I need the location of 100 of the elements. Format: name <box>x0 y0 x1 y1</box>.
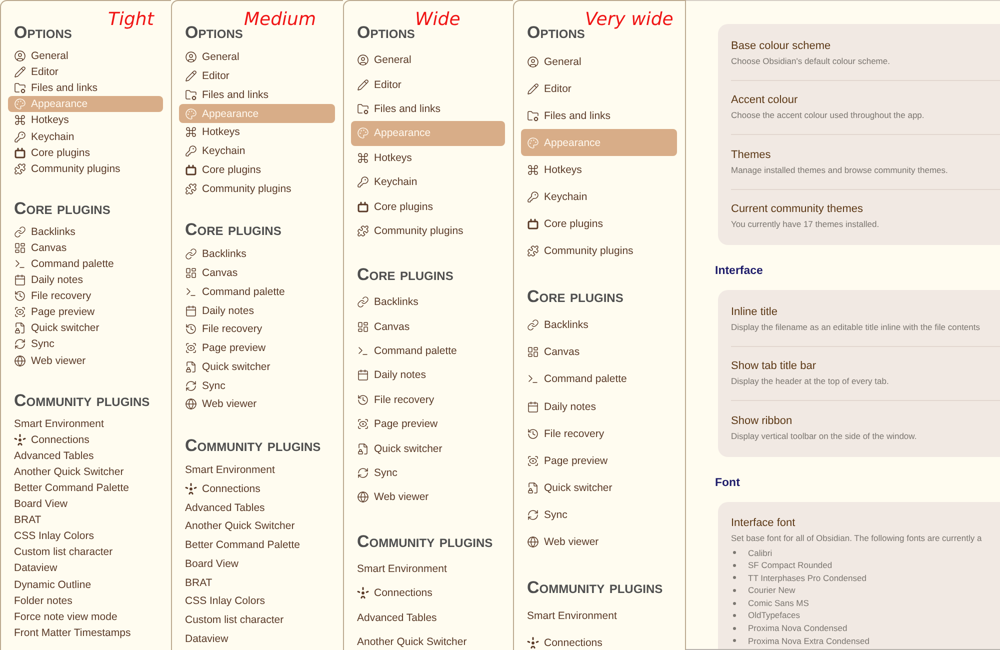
nav-item[interactable]: Community plugins <box>8 160 163 177</box>
nav-item[interactable]: Community plugins <box>351 218 505 244</box>
nav-item[interactable]: Connections <box>521 630 677 650</box>
nav-item[interactable]: Core plugins <box>8 144 163 161</box>
nav-item[interactable]: Backlinks <box>179 245 335 264</box>
nav-item[interactable]: Dataview <box>179 630 335 648</box>
nav-item[interactable]: Command palette <box>351 338 505 364</box>
nav-item[interactable]: Front Matter Timestamps <box>8 624 163 641</box>
nav-item[interactable]: Advanced Tables <box>351 605 505 630</box>
nav-item[interactable]: Custom list character <box>8 544 163 560</box>
nav-item[interactable]: Hotkeys <box>351 146 505 170</box>
nav-item[interactable]: Smart Environment <box>521 602 677 630</box>
nav-item[interactable]: Files and links <box>521 102 677 130</box>
nav-item[interactable]: Page preview <box>8 304 163 320</box>
nav-item[interactable]: Command palette <box>179 282 335 302</box>
nav-item[interactable]: Canvas <box>351 314 505 339</box>
nav-item[interactable]: File recovery <box>521 420 677 448</box>
nav-item[interactable]: CSS Inlay Colors <box>179 592 335 611</box>
nav-item[interactable]: Another Quick Switcher <box>8 464 163 480</box>
section-heading: Options <box>13 23 72 43</box>
nav-item[interactable]: Quick switcher <box>179 358 335 376</box>
palette-icon <box>14 98 26 110</box>
nav-item[interactable]: Files and links <box>8 80 163 96</box>
nav-item[interactable]: BRAT <box>179 573 335 592</box>
nav-item[interactable]: Daily notes <box>8 272 163 288</box>
nav-item[interactable]: Command palette <box>8 256 163 272</box>
nav-item[interactable]: Daily notes <box>521 393 677 420</box>
nav-item[interactable]: Advanced Tables <box>8 448 163 464</box>
nav-item[interactable]: Editor <box>351 72 505 97</box>
nav-item[interactable]: Dataview <box>8 560 163 577</box>
nav-item[interactable]: Keychain <box>521 183 677 211</box>
nav-item[interactable]: Canvas <box>8 240 163 256</box>
nav-item[interactable]: Page preview <box>521 447 677 474</box>
nav-item[interactable]: Quick switcher <box>8 320 163 336</box>
nav-item[interactable]: Backlinks <box>351 290 505 315</box>
nav-item[interactable]: Community plugins <box>521 238 677 265</box>
nav-item[interactable]: Board View <box>179 554 335 574</box>
nav-item[interactable]: Smart Environment <box>351 556 505 582</box>
nav-item[interactable]: Community plugins <box>179 179 335 198</box>
nav-item[interactable]: Smart Environment <box>8 416 163 432</box>
nav-item[interactable]: Another Quick Switcher <box>179 517 335 536</box>
nav-item[interactable]: Sync <box>521 501 677 528</box>
nav-item[interactable]: Core plugins <box>351 194 505 219</box>
nav-item[interactable]: Page preview <box>179 338 335 358</box>
nav-item[interactable]: Web viewer <box>521 528 677 556</box>
nav-item[interactable]: Folder notes <box>8 592 163 609</box>
nav-item[interactable]: Files and links <box>351 96 505 122</box>
nav-item[interactable]: Command palette <box>521 366 677 394</box>
nav-item[interactable]: Custom list character <box>179 610 335 630</box>
nav-item[interactable]: Advanced Tables <box>179 498 335 517</box>
nav-item[interactable]: Hotkeys <box>521 156 677 184</box>
nav-item[interactable]: Another Quick Switcher <box>351 630 505 650</box>
nav-item[interactable]: Smart Environment <box>179 460 335 480</box>
nav-item[interactable]: Core plugins <box>521 210 677 238</box>
nav-item[interactable]: Better Command Palette <box>8 480 163 496</box>
nav-item[interactable]: Hotkeys <box>8 112 163 128</box>
nav-item[interactable]: Backlinks <box>8 224 163 240</box>
nav-item[interactable]: CSS Inlay Colors <box>8 528 163 544</box>
user-circle-icon <box>357 54 369 66</box>
nav-item[interactable]: Connections <box>179 480 335 498</box>
nav-item[interactable]: Page preview <box>351 412 505 436</box>
nav-item[interactable]: Quick switcher <box>521 474 677 502</box>
nav-item[interactable]: Board View <box>8 496 163 512</box>
nav-item[interactable]: File recovery <box>351 388 505 412</box>
nav-item[interactable]: Keychain <box>179 142 335 160</box>
nav-item[interactable]: General <box>179 48 335 67</box>
nav-item[interactable]: Connections <box>351 581 505 606</box>
nav-item[interactable]: Sync <box>8 336 163 352</box>
nav-item[interactable]: Force note view mode <box>8 608 163 625</box>
nav-item[interactable]: Daily notes <box>351 363 505 388</box>
nav-item[interactable]: Editor <box>521 75 677 102</box>
nav-item[interactable]: Canvas <box>179 264 335 282</box>
nav-item[interactable]: General <box>521 48 677 76</box>
nav-item[interactable]: BRAT <box>8 512 163 528</box>
nav-item[interactable]: Core plugins <box>179 160 335 180</box>
nav-item[interactable]: Files and links <box>179 86 335 104</box>
nav-item[interactable]: Better Command Palette <box>179 536 335 554</box>
nav-item[interactable]: Backlinks <box>521 312 677 339</box>
key-icon <box>527 191 539 204</box>
bullet-icon <box>733 614 736 618</box>
nav-item[interactable]: Quick switcher <box>351 436 505 461</box>
nav-item[interactable]: Keychain <box>8 128 163 145</box>
nav-item[interactable]: Hotkeys <box>179 123 335 142</box>
nav-item[interactable]: Editor <box>8 64 163 80</box>
nav-item[interactable]: File recovery <box>8 288 163 304</box>
nav-item[interactable]: Web viewer <box>351 485 505 510</box>
nav-item[interactable]: Connections <box>8 432 163 448</box>
nav-item[interactable]: Daily notes <box>179 301 335 320</box>
nav-item[interactable]: Canvas <box>521 338 677 366</box>
nav-item[interactable]: Keychain <box>351 170 505 194</box>
nav-item[interactable]: Sync <box>179 376 335 395</box>
nav-item[interactable]: General <box>351 48 505 72</box>
nav-item[interactable]: Editor <box>179 66 335 86</box>
nav-item[interactable]: Web viewer <box>179 395 335 414</box>
nav-item[interactable]: Sync <box>351 460 505 486</box>
nav-item[interactable]: Dynamic Outline <box>8 576 163 593</box>
nav-item[interactable]: General <box>8 48 163 64</box>
nav-item[interactable]: Web viewer <box>8 352 163 369</box>
section-heading: Community plugins <box>13 390 150 411</box>
nav-item[interactable]: File recovery <box>179 320 335 339</box>
